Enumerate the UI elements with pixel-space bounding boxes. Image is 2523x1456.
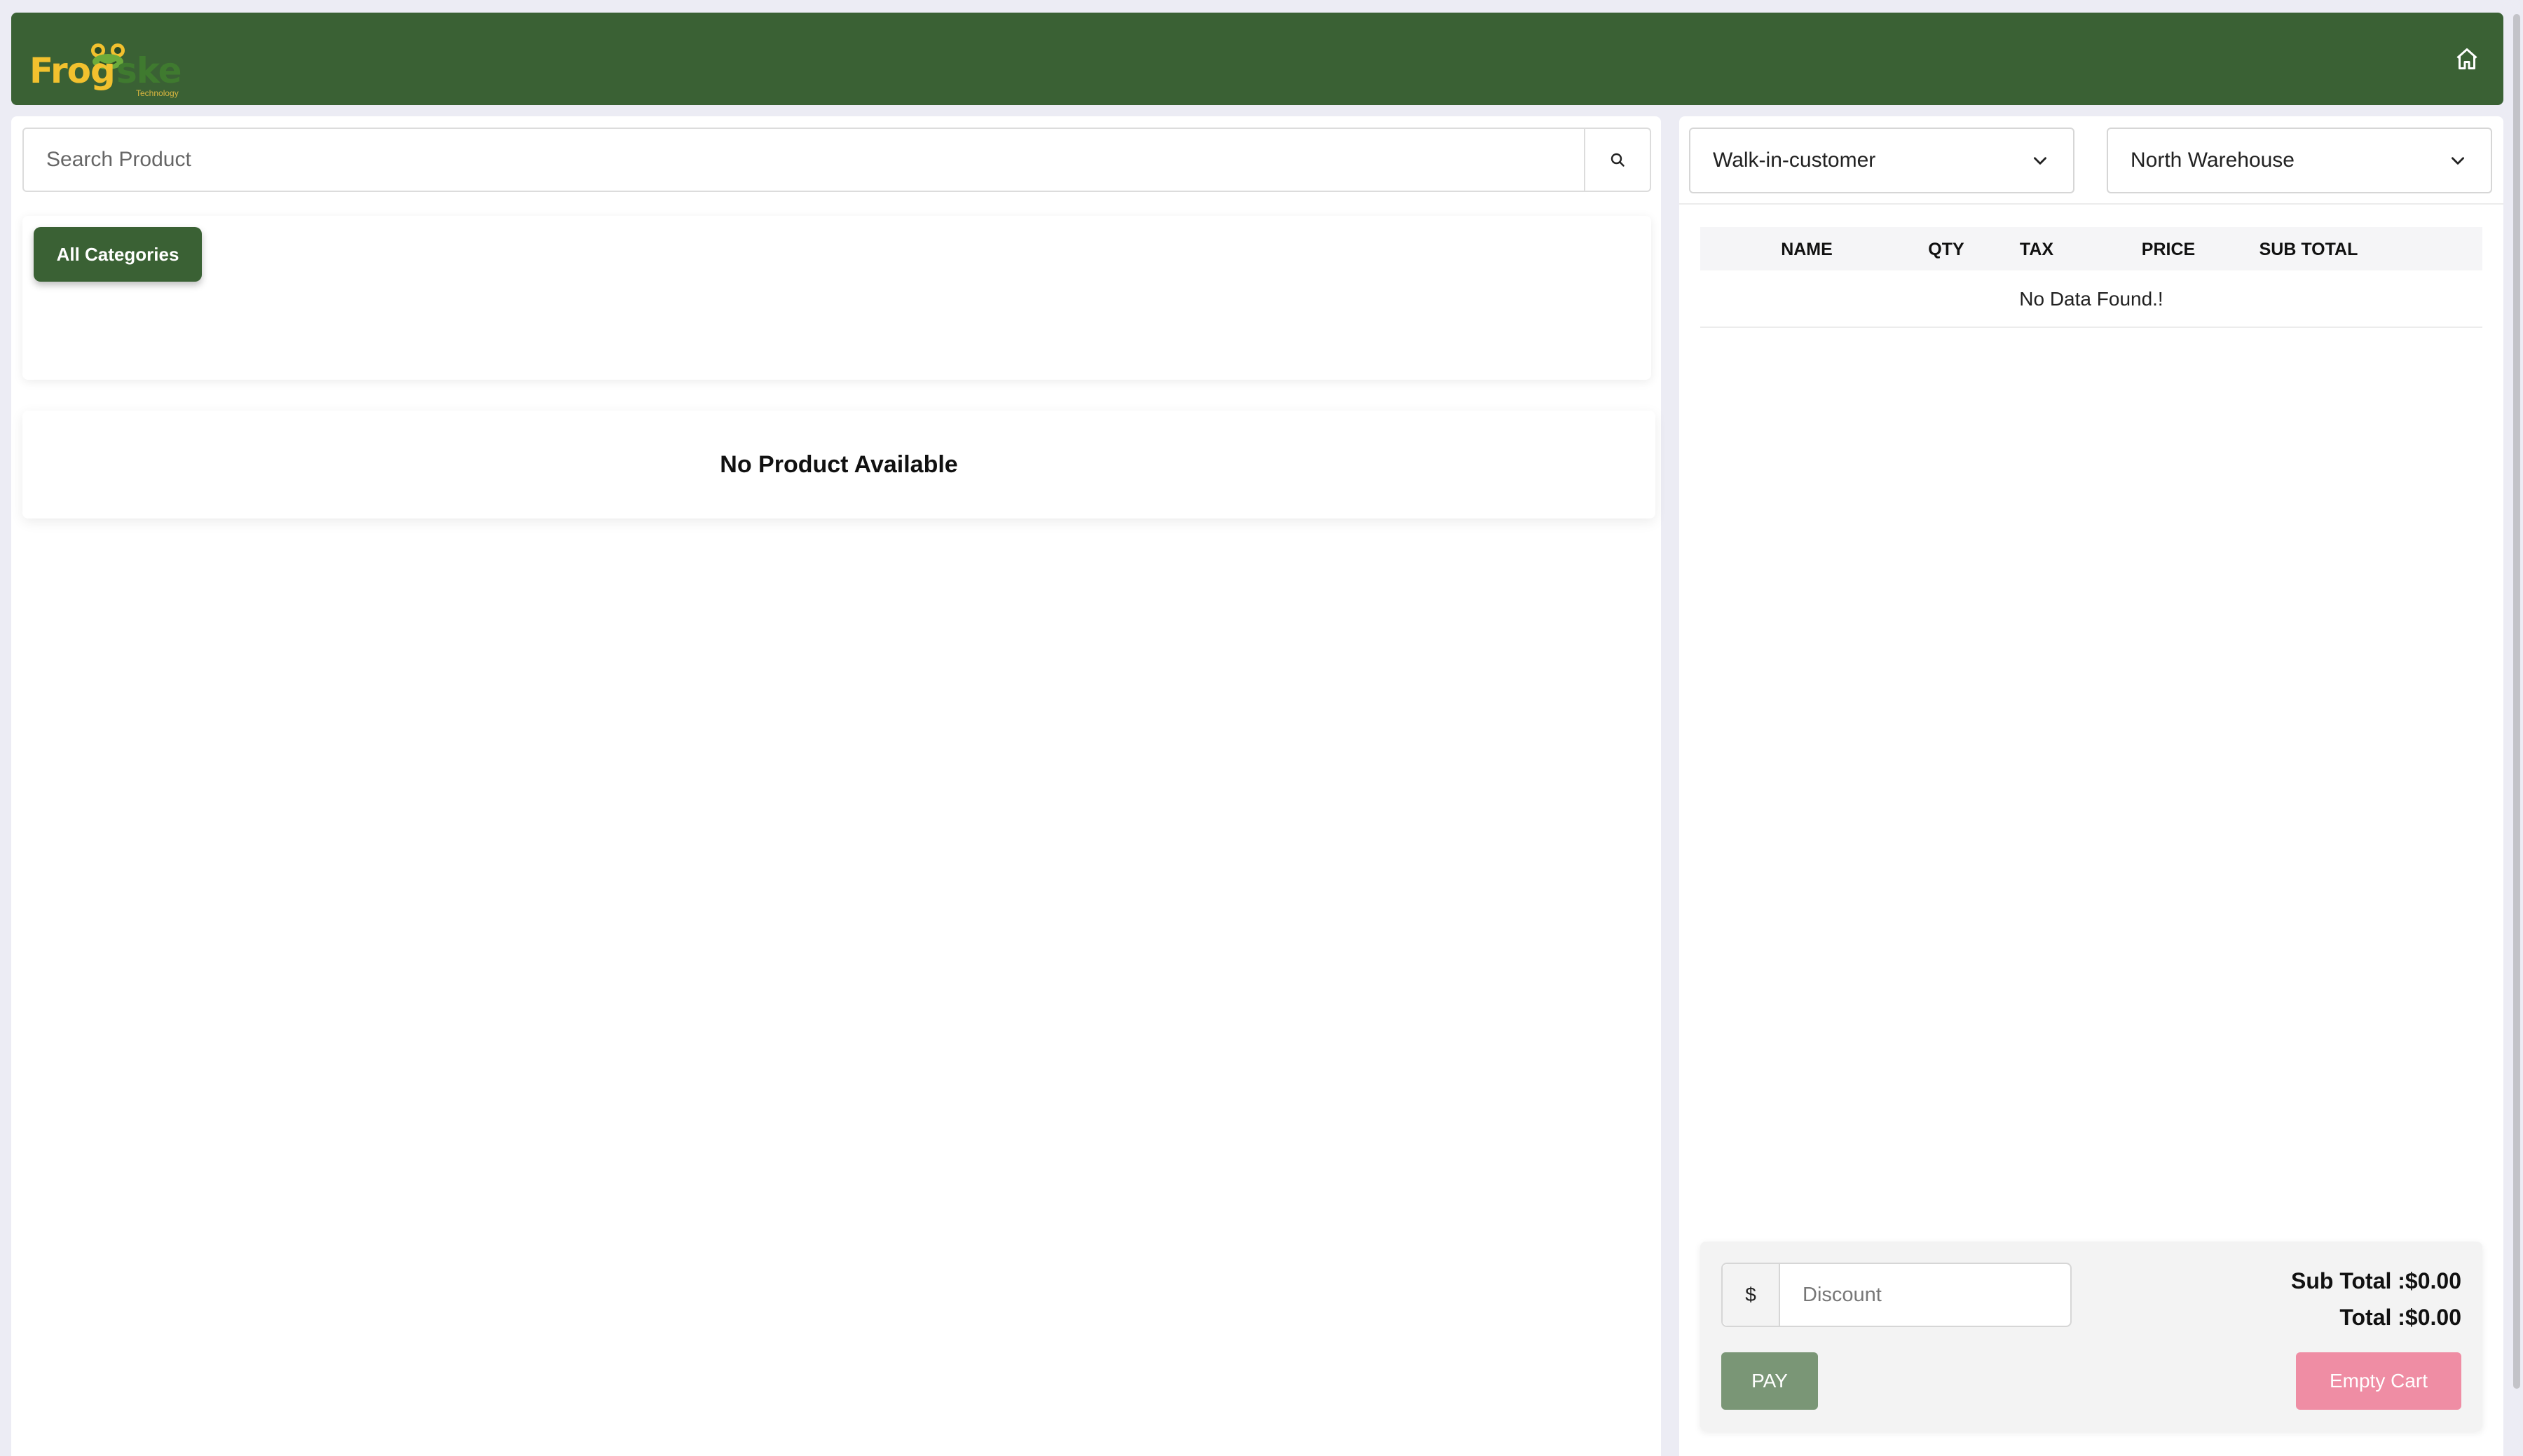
- cart-empty-message: No Data Found.!: [1700, 272, 2482, 328]
- cart-panel: Walk-in-customer North Warehouse NAME QT…: [1679, 116, 2503, 1456]
- customer-select-value: Walk-in-customer: [1713, 149, 1876, 172]
- discount-field: $: [1721, 1263, 2072, 1327]
- warehouse-select-value: North Warehouse: [2131, 149, 2295, 172]
- products-panel: All Categories No Product Available: [11, 116, 1661, 1456]
- chevron-down-icon: [2034, 157, 2046, 165]
- logo-text-secondary: ske: [116, 50, 182, 91]
- cart-table-header: NAME QTY TAX PRICE SUB TOTAL: [1700, 227, 2482, 270]
- logo-tagline: Technology: [136, 88, 179, 98]
- warehouse-select[interactable]: North Warehouse: [2107, 128, 2492, 193]
- search-icon: [1611, 153, 1625, 167]
- home-button[interactable]: [2452, 43, 2482, 74]
- column-header-name: NAME: [1781, 240, 1833, 259]
- discount-input[interactable]: [1782, 1264, 2069, 1326]
- scrollbar-thumb[interactable]: [2513, 14, 2520, 1389]
- home-icon: [2456, 48, 2477, 69]
- empty-cart-button[interactable]: Empty Cart: [2296, 1352, 2461, 1410]
- cart-totals: Sub Total :$0.00 Total :$0.00: [2291, 1263, 2461, 1335]
- category-all-button[interactable]: All Categories: [34, 227, 202, 282]
- app-logo[interactable]: Frog ske Technology: [29, 31, 198, 98]
- chevron-down-icon: [2452, 157, 2464, 165]
- column-header-price: PRICE: [2141, 240, 2196, 259]
- discount-currency-prefix: $: [1723, 1264, 1780, 1326]
- pay-button[interactable]: PAY: [1721, 1352, 1818, 1410]
- search-button[interactable]: [1584, 129, 1650, 191]
- search-input[interactable]: [24, 129, 1584, 191]
- sub-total-value: Sub Total :$0.00: [2290, 1268, 2461, 1293]
- product-search: [22, 128, 1651, 192]
- no-product-message: No Product Available: [22, 411, 1655, 518]
- page-scrollbar[interactable]: [2510, 0, 2523, 1456]
- cart-divider: [1679, 203, 2503, 205]
- logo-text-primary: Frog: [29, 50, 116, 91]
- total-value: Total :$0.00: [2339, 1305, 2461, 1330]
- top-header: Frog ske Technology: [11, 13, 2503, 105]
- column-header-subtotal: SUB TOTAL: [2259, 240, 2358, 259]
- column-header-qty: QTY: [1928, 240, 1964, 259]
- customer-select[interactable]: Walk-in-customer: [1689, 128, 2074, 193]
- categories-card: All Categories: [22, 216, 1651, 380]
- column-header-tax: TAX: [2019, 240, 2054, 259]
- cart-summary: $ Sub Total :$0.00 Total :$0.00 PAY Empt…: [1700, 1242, 2482, 1431]
